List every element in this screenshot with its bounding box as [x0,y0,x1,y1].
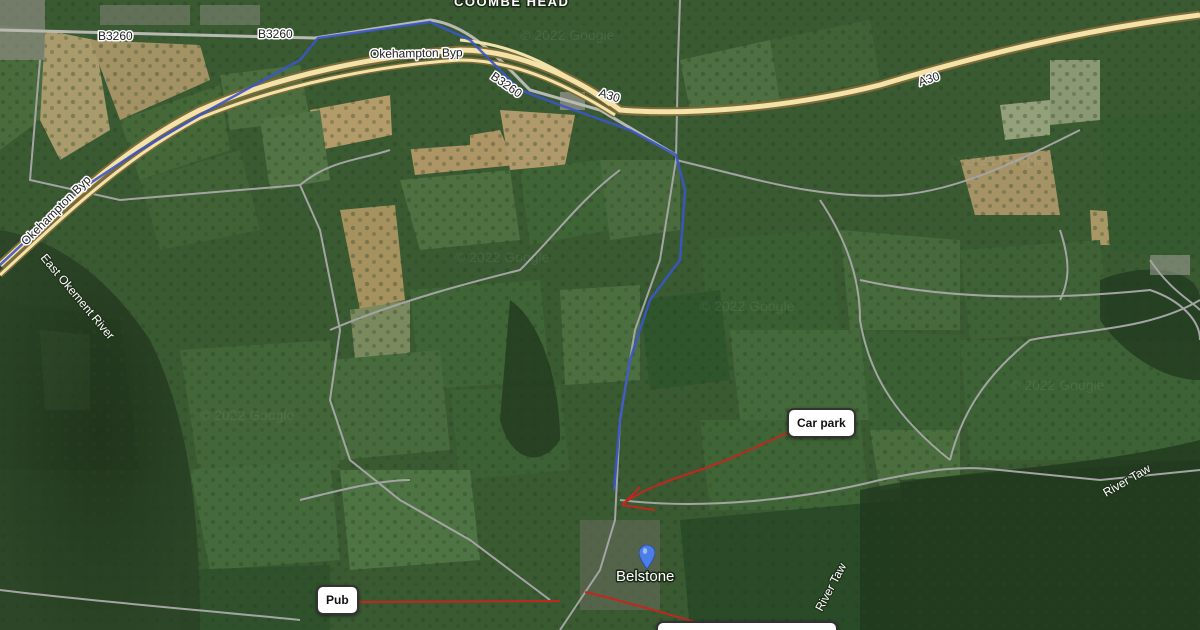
svg-text:© 2022 Google: © 2022 Google [1010,377,1105,393]
b3260-west-label: B3260 [98,29,133,43]
map-pin-icon[interactable] [639,545,655,569]
svg-text:© 2022 Google: © 2022 Google [520,27,615,43]
map-canvas: East Okement River River Taw River Taw B… [0,0,1200,630]
partial-callout[interactable] [656,621,838,630]
okehampton-bypass-north-label: Okehampton Byp [370,45,463,61]
svg-text:© 2022 Google: © 2022 Google [455,249,550,265]
car-park-callout[interactable]: Car park [787,408,856,438]
svg-text:© 2022 Google: © 2022 Google [200,407,295,423]
pub-callout[interactable]: Pub [316,585,359,615]
b3260-north-label: B3260 [258,27,293,41]
svg-text:© 2022 Google: © 2022 Google [700,298,795,314]
belstone-label: Belstone [616,568,674,585]
coombe-head-label: COOMBE HEAD [454,0,569,9]
satellite-map[interactable]: East Okement River River Taw River Taw B… [0,0,1200,630]
svg-text:© 2022 Google: © 2022 Google [950,152,1045,168]
